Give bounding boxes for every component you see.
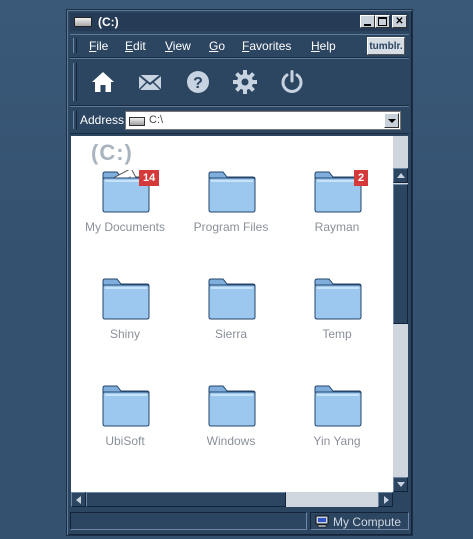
- folder-label: Sierra: [214, 327, 247, 341]
- notification-badge: 14: [139, 170, 160, 186]
- mail-icon[interactable]: [138, 70, 162, 94]
- folder-label: Shiny: [109, 327, 141, 341]
- folder-label: Windows: [206, 434, 256, 448]
- folder-item[interactable]: Rayman 2: [287, 170, 387, 260]
- home-icon[interactable]: [91, 70, 115, 94]
- folder-label: Yin Yang: [313, 434, 361, 448]
- menu-help[interactable]: Help: [311, 39, 336, 53]
- menu-view[interactable]: View: [165, 39, 191, 53]
- folder-icon: [314, 278, 362, 320]
- folder-view: (C:) My Documents 14 Program Files Rayman…: [71, 136, 393, 492]
- folder-icon: [208, 171, 256, 213]
- scroll-up-button[interactable]: [393, 168, 408, 183]
- address-input[interactable]: C:\: [125, 111, 401, 130]
- my-computer-icon: [315, 515, 329, 528]
- folder-item[interactable]: Program Files: [181, 170, 281, 260]
- folder-icon: [102, 278, 150, 320]
- scroll-down-button[interactable]: [393, 477, 408, 492]
- folder-item[interactable]: Shiny: [75, 277, 175, 367]
- folder-label: My Documents: [84, 220, 166, 234]
- folder-label: Program Files: [193, 220, 269, 234]
- vertical-scrollbar[interactable]: [393, 136, 408, 492]
- folder-item[interactable]: UbiSoft: [75, 384, 175, 474]
- folder-label: Rayman: [314, 220, 360, 234]
- gear-icon[interactable]: [233, 70, 257, 94]
- content-heading: (C:): [91, 140, 133, 165]
- scroll-left-button[interactable]: [71, 492, 86, 507]
- folder-item[interactable]: Temp: [287, 277, 387, 367]
- menu-bar: File Edit View Go Favorites Help tumblr.: [70, 34, 409, 58]
- help-icon[interactable]: ?: [186, 70, 210, 94]
- toolbar: ?: [70, 58, 409, 106]
- horizontal-scrollbar[interactable]: [71, 492, 393, 507]
- toolbar-grip: [73, 63, 77, 101]
- scroll-thumb[interactable]: [393, 184, 408, 324]
- title-bar[interactable]: (C:) ✕: [70, 13, 409, 31]
- svg-text:?: ?: [193, 75, 203, 92]
- folder-label: Temp: [322, 327, 352, 341]
- address-label: Address: [80, 113, 125, 127]
- folder-item[interactable]: Sierra: [181, 277, 281, 367]
- menu-edit[interactable]: Edit: [125, 39, 146, 53]
- menu-favorites[interactable]: Favorites: [242, 39, 291, 53]
- drive-icon: [129, 117, 145, 126]
- folder-item[interactable]: My Documents 14: [75, 170, 175, 260]
- folder-icon: [208, 278, 256, 320]
- folder-item[interactable]: Yin Yang: [287, 384, 387, 474]
- tumblr-button[interactable]: tumblr.: [367, 37, 405, 55]
- folder-item[interactable]: Windows: [181, 384, 281, 474]
- menu-file[interactable]: File: [89, 39, 108, 53]
- address-grip: [73, 111, 77, 129]
- close-button[interactable]: ✕: [392, 15, 407, 28]
- address-dropdown-button[interactable]: [384, 113, 399, 128]
- window-title: (C:): [98, 15, 119, 29]
- drive-icon: [74, 17, 92, 27]
- menu-go[interactable]: Go: [209, 39, 225, 53]
- status-pane-main: [70, 512, 307, 530]
- minimize-button[interactable]: [360, 15, 375, 28]
- address-bar: Address C:\: [70, 106, 409, 134]
- menu-grip: [73, 38, 77, 53]
- maximize-button[interactable]: [375, 15, 390, 28]
- scroll-right-button[interactable]: [378, 492, 393, 507]
- horizontal-scroll-thumb[interactable]: [86, 492, 286, 507]
- address-value: C:\: [149, 114, 164, 126]
- folder-icon: [314, 385, 362, 427]
- folder-icon: [208, 385, 256, 427]
- status-location-text: My Compute: [333, 515, 402, 529]
- explorer-window: (C:) ✕ File Edit View Go Favorites Help …: [66, 9, 413, 536]
- scroll-corner: [393, 492, 408, 507]
- notification-badge: 2: [354, 170, 369, 186]
- folder-label: UbiSoft: [105, 434, 145, 448]
- power-icon[interactable]: [280, 70, 304, 94]
- status-bar: My Compute: [70, 511, 409, 531]
- folder-icon: [102, 385, 150, 427]
- status-pane-location: My Compute: [310, 512, 409, 530]
